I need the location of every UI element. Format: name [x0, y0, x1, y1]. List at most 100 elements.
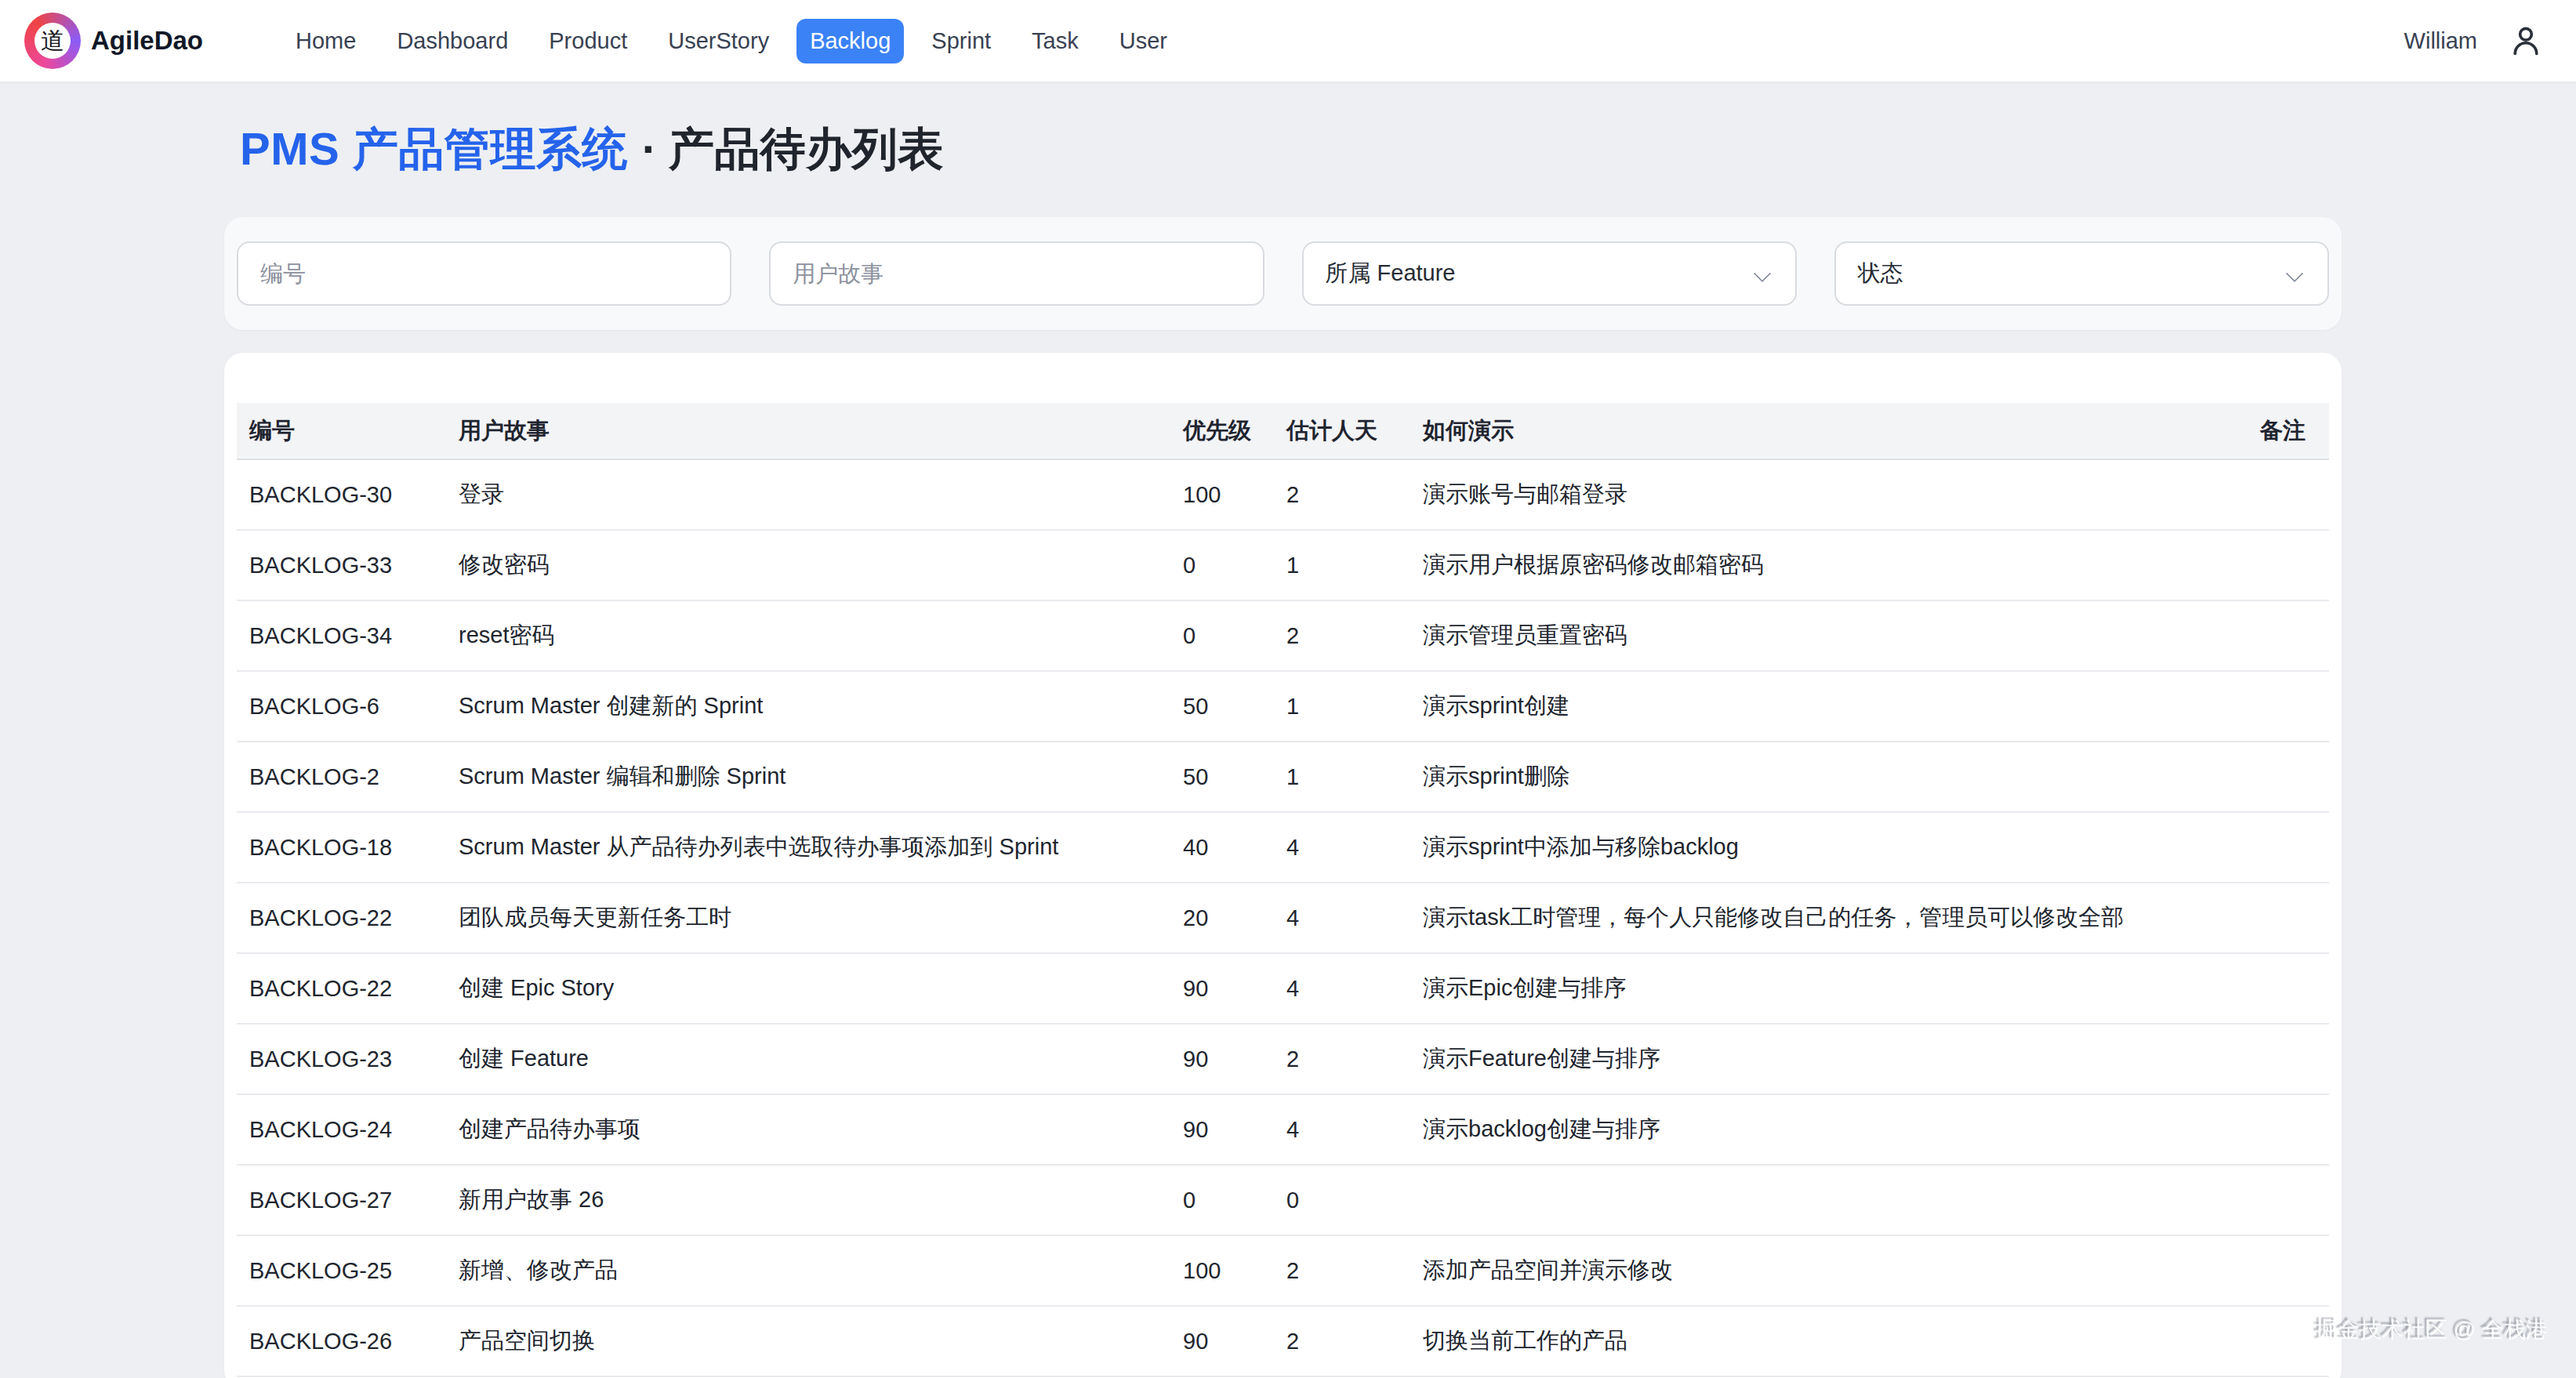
story-filter-field [769, 241, 1264, 306]
cell-story: 新用户故事 26 [446, 1165, 1170, 1235]
backlog-row[interactable]: BACKLOG-2 Scrum Master 编辑和删除 Sprint 50 1… [237, 742, 2329, 812]
brand-logo[interactable]: 道 [24, 13, 81, 69]
backlog-row[interactable]: BACKLOG-24 创建产品待办事项 90 4 演示backlog创建与排序 [237, 1094, 2329, 1165]
cell-story: 创建 Feature [446, 1024, 1170, 1094]
cell-demo: 演示Feature创建与排序 [1410, 1024, 2186, 1094]
backlog-row[interactable]: BACKLOG-30 登录 100 2 演示账号与邮箱登录 [237, 459, 2329, 530]
cell-id: BACKLOG-6 [237, 671, 446, 742]
cell-demo: 演示用户根据原密码修改邮箱密码 [1410, 530, 2186, 600]
cell-days: 1 [1274, 530, 1410, 600]
cell-days: 4 [1274, 812, 1410, 883]
cell-demo: 添加产品空间并演示修改 [1410, 1235, 2186, 1306]
cell-id: BACKLOG-25 [237, 1235, 446, 1306]
cell-priority: 90 [1170, 953, 1274, 1024]
backlog-row[interactable]: BACKLOG-18 Scrum Master 从产品待办列表中选取待办事项添加… [237, 812, 2329, 883]
cell-priority: 0 [1170, 1165, 1274, 1235]
nav-link[interactable]: Home [296, 28, 356, 54]
cell-note [2186, 1306, 2329, 1376]
cell-id: BACKLOG-22 [237, 953, 446, 1024]
cell-priority: 20 [1170, 883, 1274, 953]
filter-bar: 所属 Feature 状态 [224, 217, 2342, 330]
cell-days: 0 [1274, 1165, 1410, 1235]
cell-demo: 演示sprint中添加与移除backlog [1410, 812, 2186, 883]
backlog-row[interactable]: BACKLOG-22 团队成员每天更新任务工时 20 4 演示task工时管理，… [237, 883, 2329, 953]
cell-note [2186, 1024, 2329, 1094]
cell-story: 新增、修改产品 [446, 1235, 1170, 1306]
user-name[interactable]: William [2404, 28, 2477, 54]
cell-demo: 演示task工时管理，每个人只能修改自己的任务，管理员可以修改全部 [1410, 883, 2186, 953]
watermark: 掘金技术社区 @ 全栈港 [2316, 1315, 2548, 1345]
cell-days: 2 [1274, 1306, 1410, 1376]
col-header-id: 编号 [237, 403, 446, 459]
nav-link[interactable]: Product [549, 28, 627, 54]
page-title-primary: PMS 产品管理系统 [240, 123, 628, 174]
user-icon[interactable] [2509, 24, 2543, 58]
backlog-row[interactable]: BACKLOG-26 产品空间切换 90 2 切换当前工作的产品 [237, 1306, 2329, 1376]
navbar: 道 AgileDao Home Dashboard Product UserSt… [0, 0, 2576, 83]
cell-story: Scrum Master 创建新的 Sprint [446, 671, 1170, 742]
cell-days: 2 [1274, 600, 1410, 671]
cell-days: 1 [1274, 671, 1410, 742]
cell-priority: 100 [1170, 459, 1274, 530]
id-filter-input[interactable] [238, 243, 730, 304]
cell-days: 4 [1274, 953, 1410, 1024]
story-filter-input[interactable] [771, 243, 1262, 304]
cell-priority: 0 [1170, 600, 1274, 671]
cell-priority: 100 [1170, 1235, 1274, 1306]
cell-id: BACKLOG-34 [237, 600, 446, 671]
table-header-row: 编号 用户故事 优先级 估计人天 如何演示 备注 [237, 403, 2329, 459]
id-filter-field [237, 241, 731, 306]
nav-right: William [2404, 24, 2543, 58]
chevron-down-icon [1753, 265, 1771, 283]
logo-glyph: 道 [34, 23, 71, 59]
cell-id: BACKLOG-26 [237, 1306, 446, 1376]
cell-note [2186, 812, 2329, 883]
backlog-row[interactable]: BACKLOG-22 创建 Epic Story 90 4 演示Epic创建与排… [237, 953, 2329, 1024]
cell-days: 2 [1274, 1235, 1410, 1306]
nav-link[interactable]: Sprint [931, 28, 991, 54]
cell-days: 2 [1274, 459, 1410, 530]
col-header-days: 估计人天 [1274, 403, 1410, 459]
backlog-row[interactable]: BACKLOG-25 新增、修改产品 100 2 添加产品空间并演示修改 [237, 1235, 2329, 1306]
status-filter-select[interactable]: 状态 [1834, 241, 2329, 306]
cell-id: BACKLOG-24 [237, 1094, 446, 1165]
feature-select-value: 所属 Feature [1304, 258, 1456, 289]
col-header-note: 备注 [2186, 403, 2329, 459]
cell-id: BACKLOG-18 [237, 812, 446, 883]
cell-id: BACKLOG-22 [237, 883, 446, 953]
cell-days: 4 [1274, 1094, 1410, 1165]
backlog-row[interactable]: BACKLOG-27 新用户故事 26 0 0 [237, 1165, 2329, 1235]
cell-demo: 演示账号与邮箱登录 [1410, 459, 2186, 530]
cell-days: 2 [1274, 1024, 1410, 1094]
feature-filter-select[interactable]: 所属 Feature [1302, 241, 1797, 306]
col-header-priority: 优先级 [1170, 403, 1274, 459]
cell-days: 1 [1274, 742, 1410, 812]
backlog-table: 编号 用户故事 优先级 估计人天 如何演示 备注 BACKLOG-30 登录 1… [237, 403, 2329, 1377]
backlog-row[interactable]: BACKLOG-33 修改密码 0 1 演示用户根据原密码修改邮箱密码 [237, 530, 2329, 600]
cell-priority: 40 [1170, 812, 1274, 883]
cell-story: 修改密码 [446, 530, 1170, 600]
cell-priority: 90 [1170, 1024, 1274, 1094]
cell-note [2186, 742, 2329, 812]
nav-link[interactable]: UserStory [668, 28, 769, 54]
nav-link[interactable]: Dashboard [397, 28, 508, 54]
col-header-story: 用户故事 [446, 403, 1170, 459]
nav-link[interactable]: User [1119, 28, 1167, 54]
cell-note [2186, 530, 2329, 600]
cell-note [2186, 1094, 2329, 1165]
cell-story: 创建产品待办事项 [446, 1094, 1170, 1165]
page-content: PMS 产品管理系统·产品待办列表 所属 Feature 状态 编号 用户故事 … [224, 119, 2342, 1378]
status-select-value: 状态 [1836, 258, 1903, 289]
cell-priority: 50 [1170, 742, 1274, 812]
cell-note [2186, 600, 2329, 671]
cell-story: 创建 Epic Story [446, 953, 1170, 1024]
cell-story: 产品空间切换 [446, 1306, 1170, 1376]
backlog-row[interactable]: BACKLOG-23 创建 Feature 90 2 演示Feature创建与排… [237, 1024, 2329, 1094]
backlog-row[interactable]: BACKLOG-6 Scrum Master 创建新的 Sprint 50 1 … [237, 671, 2329, 742]
cell-story: Scrum Master 编辑和删除 Sprint [446, 742, 1170, 812]
cell-note [2186, 459, 2329, 530]
nav-link[interactable]: Task [1032, 28, 1079, 54]
nav-link[interactable]: Backlog [796, 19, 904, 63]
cell-id: BACKLOG-27 [237, 1165, 446, 1235]
backlog-row[interactable]: BACKLOG-34 reset密码 0 2 演示管理员重置密码 [237, 600, 2329, 671]
